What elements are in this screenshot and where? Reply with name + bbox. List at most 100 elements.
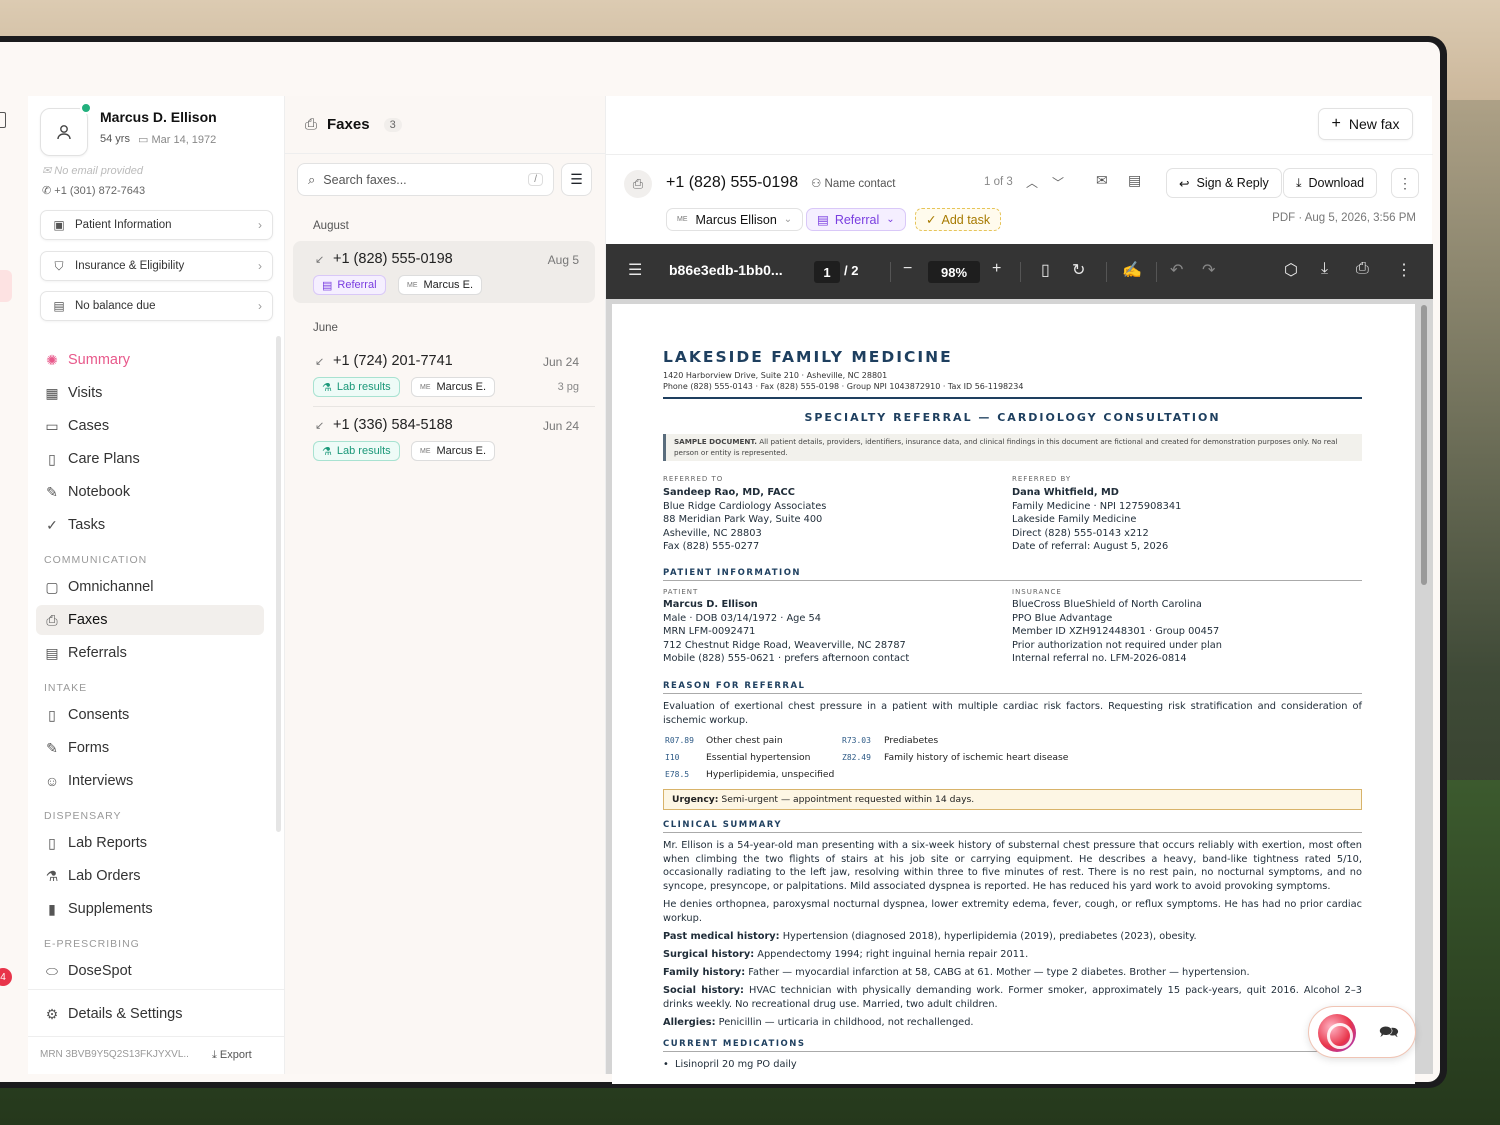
patient-line: MRN LFM-0092471	[663, 626, 756, 638]
insurance-eligibility-button[interactable]: ⛉ Insurance & Eligibility ›	[40, 251, 273, 281]
nav-supplements[interactable]: ▮ Supplements	[36, 894, 264, 924]
nav-lab-orders[interactable]: ⚗ Lab Orders	[36, 861, 264, 891]
nav-summary[interactable]: ✺ Summary	[36, 345, 264, 375]
nav-omnichannel[interactable]: ▢ Omnichannel	[36, 572, 264, 602]
print-icon[interactable]: ⎙	[1356, 260, 1369, 278]
menu-icon[interactable]: ☰	[628, 260, 642, 280]
collapsed-panel-icon[interactable]	[0, 112, 6, 128]
referred-to-block: Sandeep Rao, MD, FACC Blue Ridge Cardiol…	[663, 486, 993, 554]
pdf-viewer[interactable]: LAKESIDE FAMILY MEDICINE 1420 Harborview…	[606, 299, 1433, 1084]
page-number-input[interactable]: 1	[814, 261, 840, 283]
assistant-widget[interactable]: 🗪	[1308, 1006, 1416, 1058]
export-button[interactable]: ⤓ Export	[212, 1049, 252, 1062]
check-circle-icon: ✓	[926, 213, 937, 227]
clinic-contact: Phone (828) 555-0143 · Fax (828) 555-019…	[663, 382, 1024, 391]
fax-list-header: ⎙ Faxes 3	[285, 96, 605, 154]
chevron-up-icon[interactable]: ︿	[1026, 176, 1052, 190]
clinical-paragraph: He denies orthopnea, paroxysmal nocturna…	[663, 899, 1362, 924]
undo-icon[interactable]: ↶	[1170, 260, 1183, 280]
add-shape-icon[interactable]: ⬡	[1284, 260, 1298, 280]
referred-by-block: Dana Whitfield, MD Family Medicine · NPI…	[1012, 486, 1352, 554]
collapsed-nav-tab[interactable]	[0, 270, 12, 302]
fax-nav-arrows: ︿﹀	[1026, 174, 1078, 191]
id-card-icon: ▣	[53, 218, 65, 232]
nav-dosespot[interactable]: ⬭ DoseSpot	[36, 956, 264, 986]
assistant-orb-icon[interactable]	[1318, 1014, 1356, 1052]
nav-notebook[interactable]: ✎ Notebook	[36, 477, 264, 507]
list-item[interactable]: ↙ +1 (336) 584-5188 Jun 24 ⚗ Lab results …	[293, 407, 595, 469]
filter-button[interactable]: ☰	[561, 163, 592, 196]
fit-page-icon[interactable]: ▯	[1041, 260, 1050, 280]
incoming-arrow-icon: ↙	[315, 356, 325, 368]
type-chip-label: Referral	[834, 212, 880, 227]
medication-text: Lisinopril 20 mg PO daily	[675, 1059, 797, 1070]
user-plus-icon: ⚇	[811, 178, 825, 190]
nav-referrals[interactable]: ▤ Referrals	[36, 638, 264, 668]
balance-button[interactable]: ▤ No balance due ›	[40, 291, 273, 321]
patient-dob: ▭ Mar 14, 1972	[138, 133, 216, 146]
incoming-arrow-icon: ↙	[315, 254, 325, 266]
zoom-out-icon[interactable]: −	[903, 260, 912, 278]
nav-consents[interactable]: ▯ Consents	[36, 700, 264, 730]
annotate-icon[interactable]: ✍	[1122, 260, 1142, 280]
patient-block: Marcus D. Ellison Male · DOB 03/14/1972 …	[663, 598, 993, 666]
list-item[interactable]: ↙ +1 (828) 555-0198 Aug 5 ▤ Referral ME Ma…	[293, 241, 595, 303]
download-icon[interactable]: ⤓	[1321, 260, 1328, 278]
archive-icon[interactable]: ▤	[1128, 172, 1141, 189]
avatar[interactable]	[40, 108, 88, 156]
divider	[1156, 262, 1157, 282]
pmh-label: Past medical history:	[663, 931, 780, 942]
redo-icon[interactable]: ↷	[1202, 260, 1215, 280]
download-icon: ⤓	[1296, 175, 1302, 190]
printer-icon: ⎙	[624, 170, 652, 198]
patient-initials: ME	[420, 447, 431, 455]
nav-referrals-label: Referrals	[68, 645, 127, 661]
section-heading-reason: REASON FOR REFERRAL	[663, 681, 1362, 694]
patient-chip[interactable]: ME Marcus Ellison ⌄	[666, 208, 804, 231]
sign-reply-button[interactable]: ↩ Sign & Reply	[1166, 168, 1282, 198]
nav-faxes[interactable]: ⎙ Faxes	[36, 605, 264, 635]
sample-notice-bold: SAMPLE DOCUMENT.	[674, 437, 757, 446]
nav-visits[interactable]: ▦ Visits	[36, 378, 264, 408]
patient-information-button[interactable]: ▣ Patient Information ›	[40, 210, 273, 240]
more-options-icon[interactable]: ⋮	[1391, 168, 1419, 198]
patient-initials: ME	[420, 383, 431, 391]
type-chip[interactable]: ▤ Referral ⌄	[806, 208, 906, 231]
new-fax-button[interactable]: + New fax	[1318, 108, 1413, 140]
more-options-icon[interactable]: ⋮	[1396, 260, 1412, 280]
nav-faxes-label: Faxes	[68, 612, 108, 628]
nav-lab-reports[interactable]: ▯ Lab Reports	[36, 828, 264, 858]
zoom-in-icon[interactable]: +	[992, 260, 1001, 278]
nav-cases-label: Cases	[68, 418, 110, 434]
wallet-icon: ▤	[53, 299, 65, 313]
patient-mrn: MRN 3BVB9Y5Q2S13FKJYXVL..	[40, 1049, 189, 1060]
referred-by-line: Direct (828) 555-0143 x212	[1012, 527, 1149, 539]
chat-bubble-icon[interactable]: 🗪	[1379, 1021, 1399, 1048]
nav-cases[interactable]: ▭ Cases	[36, 411, 264, 441]
nav-omnichannel-label: Omnichannel	[68, 579, 154, 595]
add-task-button[interactable]: ✓ Add task	[915, 208, 1002, 231]
zoom-level-input[interactable]: 98%	[928, 261, 980, 283]
calendar-icon: ▭	[138, 134, 152, 146]
pdf-scrollbar[interactable]	[1421, 305, 1427, 585]
search-placeholder: Search faxes...	[323, 172, 407, 187]
sidebar-scrollbar[interactable]	[276, 336, 281, 832]
chevron-down-icon[interactable]: ﹀	[1052, 176, 1078, 190]
nav-tasks[interactable]: ✓ Tasks	[36, 510, 264, 540]
icd-description: Essential hypertension	[706, 752, 811, 763]
nav-care-plans[interactable]: ▯ Care Plans	[36, 444, 264, 474]
nav-forms[interactable]: ✎ Forms	[36, 733, 264, 763]
name-contact-button[interactable]: ⚇ Name contact	[811, 176, 895, 190]
mail-icon[interactable]: ✉	[1096, 172, 1108, 189]
group-june: June	[313, 322, 338, 334]
download-button[interactable]: ⤓ Download	[1283, 168, 1378, 198]
nav-interviews[interactable]: ☺ Interviews	[36, 766, 264, 796]
rotate-icon[interactable]: ↻	[1072, 260, 1085, 280]
user-icon	[57, 125, 71, 140]
search-input[interactable]: ⌕ Search faxes... /	[297, 163, 554, 196]
fax-date: Aug 5	[547, 253, 579, 267]
fax-date: Jun 24	[542, 419, 579, 433]
new-fax-label: New fax	[1348, 116, 1400, 132]
nav-details-settings[interactable]: ⚙ Details & Settings	[36, 999, 264, 1029]
list-item[interactable]: ↙ +1 (724) 201-7741 Jun 24 ⚗ Lab results …	[293, 343, 595, 405]
